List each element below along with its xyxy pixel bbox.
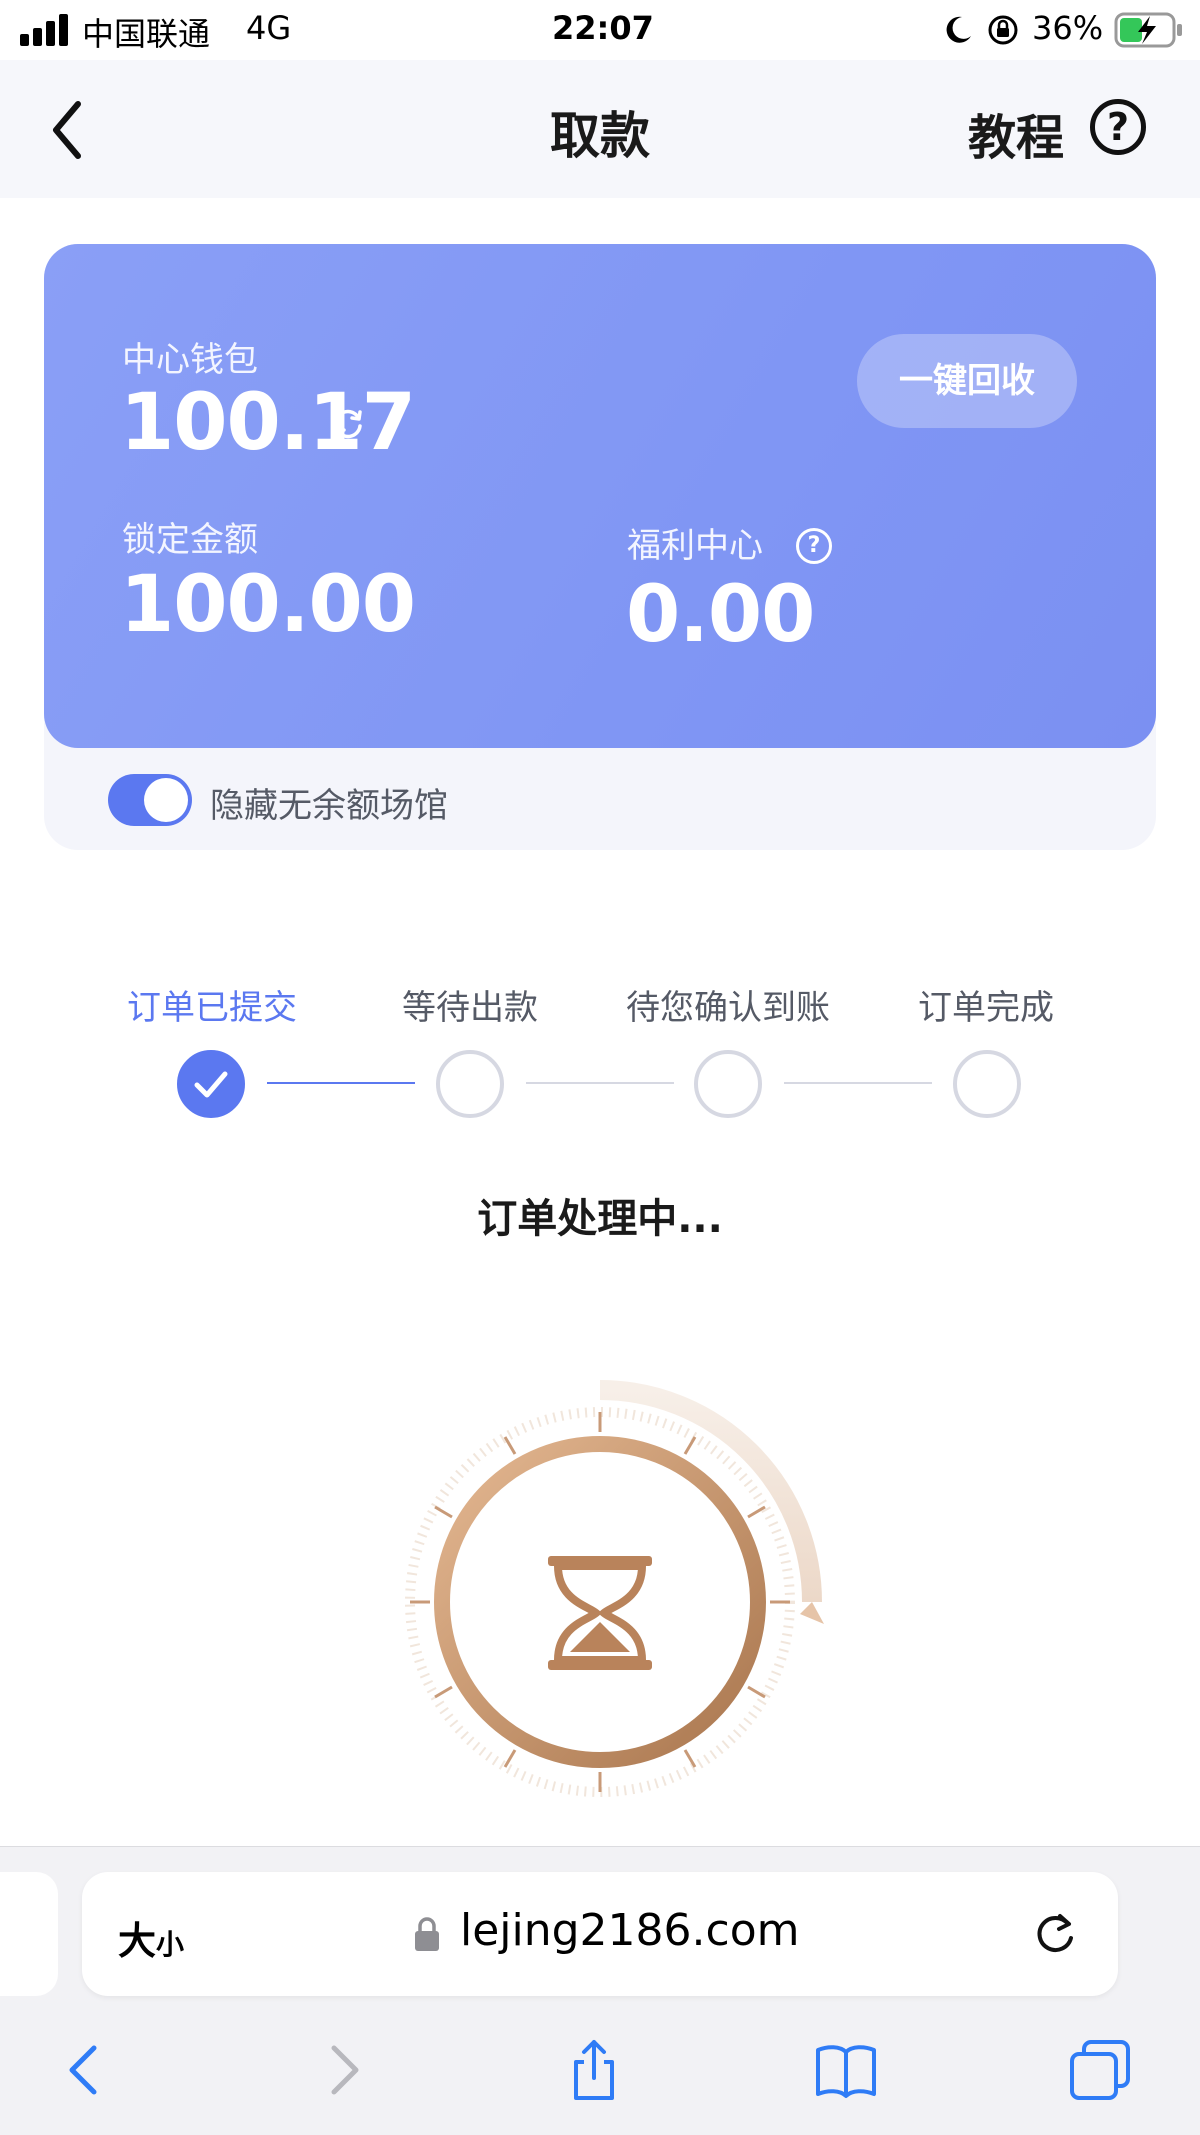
toggle-knob (144, 778, 188, 822)
clock: 22:07 (552, 9, 654, 47)
wallet-card (44, 244, 1156, 748)
welfare-center-value: 0.00 (626, 570, 815, 660)
one-click-recycle-button[interactable]: 一键回收 (857, 334, 1077, 428)
step-label-complete: 订单完成 (918, 988, 1054, 1028)
lock-icon (415, 1917, 439, 1951)
text-size-button[interactable]: 大小 (118, 1910, 184, 1965)
step-connector (784, 1082, 932, 1084)
step-circle-submitted (177, 1050, 245, 1118)
info-icon[interactable]: ? (796, 528, 832, 564)
reload-icon[interactable] (1030, 1908, 1080, 1958)
step-circle-confirm-receipt (694, 1050, 762, 1118)
hide-empty-venues-toggle[interactable] (108, 774, 192, 826)
text-size-large: 大 (118, 1919, 157, 1963)
processing-status: 订单处理中... (477, 1196, 723, 1242)
locked-amount-value: 100.00 (120, 560, 416, 650)
battery-percent: 36% (1032, 9, 1104, 47)
status-bar: 中国联通 4G 22:07 36% (0, 0, 1200, 60)
center-wallet-balance: 100.17 (120, 378, 416, 468)
battery-icon (1114, 12, 1182, 48)
tutorial-link[interactable]: 教程 (968, 98, 1064, 168)
forward-arrow-icon[interactable] (310, 2038, 374, 2102)
step-connector (526, 1082, 674, 1084)
back-arrow-icon[interactable] (54, 2038, 118, 2102)
help-icon[interactable]: ? (1090, 99, 1146, 155)
moon-icon (946, 16, 971, 43)
center-wallet-label: 中心钱包 (122, 340, 258, 380)
step-label-awaiting-payout: 等待出款 (402, 988, 538, 1028)
hide-empty-venues-label: 隐藏无余额场馆 (210, 786, 448, 826)
share-icon[interactable] (562, 2038, 626, 2102)
step-label-confirm-receipt: 待您确认到账 (626, 988, 830, 1028)
carrier-name: 中国联通 (82, 15, 211, 53)
network-type: 4G (246, 9, 292, 47)
welfare-center-label: 福利中心 (627, 526, 763, 566)
hourglass-icon (405, 1380, 824, 1797)
rotation-lock-icon (988, 15, 1018, 45)
step-circle-awaiting-payout (436, 1050, 504, 1118)
step-label-submitted: 订单已提交 (127, 988, 297, 1028)
url-text[interactable]: lejing2186.com (460, 1905, 800, 1956)
text-size-small: 小 (156, 1928, 185, 1961)
step-connector (267, 1082, 415, 1084)
check-icon (194, 1071, 228, 1098)
signal-icon (20, 14, 70, 46)
previous-tab-preview[interactable] (0, 1872, 58, 1996)
step-circle-complete (953, 1050, 1021, 1118)
tabs-icon[interactable] (1068, 2038, 1132, 2102)
bookmarks-icon[interactable] (814, 2038, 878, 2102)
locked-amount-label: 锁定金额 (122, 520, 258, 560)
refresh-icon[interactable] (330, 406, 366, 442)
